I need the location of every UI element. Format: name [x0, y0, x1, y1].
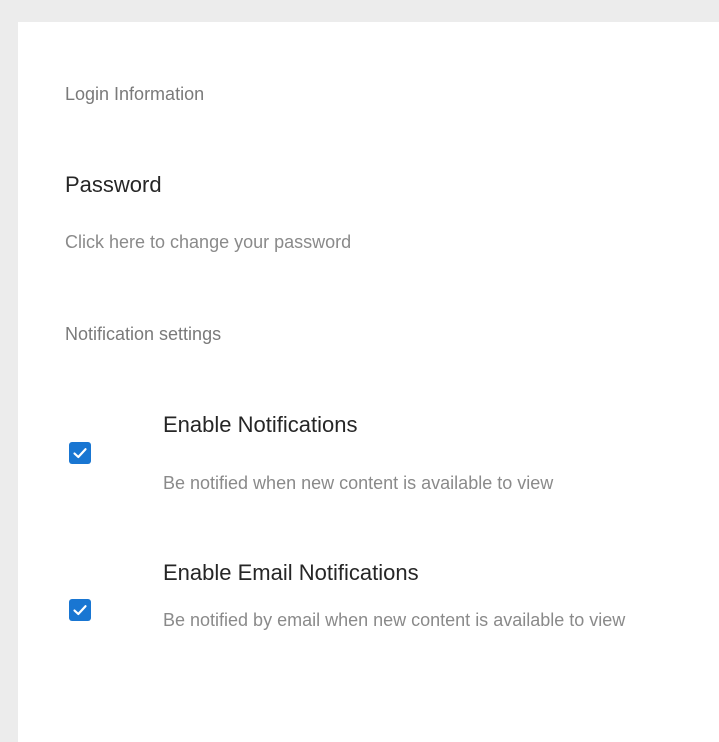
- password-title[interactable]: Password: [65, 172, 162, 198]
- enable-email-notifications-description: Be notified by email when new content is…: [163, 610, 626, 630]
- checkmark-icon: [73, 448, 87, 459]
- enable-notifications-description: Be notified when new content is availabl…: [163, 473, 554, 493]
- enable-email-notifications-title: Enable Email Notifications: [163, 560, 419, 585]
- checkmark-icon: [73, 605, 87, 616]
- change-password-link[interactable]: Click here to change your password: [65, 229, 351, 256]
- enable-notifications-checkbox[interactable]: [69, 442, 91, 464]
- notification-settings-header: Notification settings: [65, 324, 222, 344]
- settings-panel: Login Information Password Click here to…: [18, 22, 719, 742]
- enable-notifications-title: Enable Notifications: [163, 412, 358, 437]
- login-information-header: Login Information: [65, 84, 205, 104]
- enable-email-notifications-checkbox[interactable]: [69, 599, 91, 621]
